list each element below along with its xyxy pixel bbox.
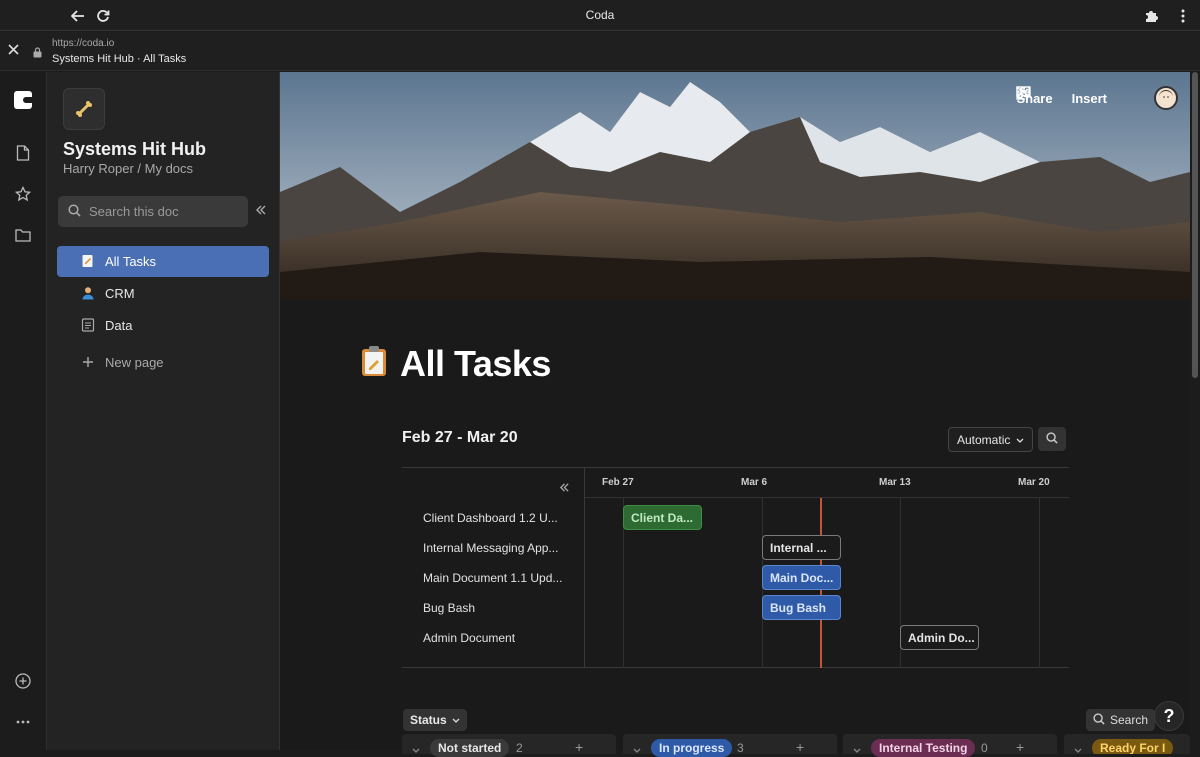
- gantt-row-label[interactable]: Admin Document: [423, 631, 563, 645]
- gantt-search-button[interactable]: [1038, 427, 1066, 451]
- gantt-gridline: [1039, 498, 1040, 668]
- sidebar-item-label: Data: [105, 318, 133, 333]
- doc-path[interactable]: Harry Roper / My docs: [63, 161, 193, 176]
- lane-label: Internal Testing: [871, 739, 976, 757]
- add-card-icon[interactable]: +: [575, 739, 583, 755]
- gantt-date-header: Feb 27 Mar 6 Mar 13 Mar 20: [585, 468, 1069, 498]
- folder-icon[interactable]: [12, 224, 34, 246]
- sidebar-item-all-tasks[interactable]: All Tasks: [57, 246, 269, 277]
- gantt-date-label: Feb 27: [602, 477, 634, 488]
- sidebar-item-label: CRM: [105, 286, 135, 301]
- gantt-task-bar[interactable]: Admin Do...: [900, 625, 979, 650]
- document-icon[interactable]: [12, 142, 34, 164]
- doc-sidebar: Systems Hit Hub Harry Roper / My docs Al…: [47, 72, 280, 750]
- kebab-menu-icon[interactable]: [1172, 5, 1194, 27]
- collapse-sidebar-icon[interactable]: [255, 204, 267, 219]
- gantt-task-column: Client Dashboard 1.2 U... Internal Messa…: [402, 468, 585, 668]
- page-title: All Tasks: [400, 343, 551, 384]
- chevron-down-icon: [452, 713, 460, 727]
- chevron-down-icon: [1016, 433, 1024, 447]
- date-range: Feb 27 - Mar 20: [402, 429, 518, 446]
- lane-label: Not started: [430, 739, 510, 757]
- person-icon: [81, 286, 95, 300]
- chevron-icon[interactable]: [1074, 742, 1082, 754]
- gantt-date-label: Mar 13: [879, 477, 911, 488]
- gantt-chart: Client Dashboard 1.2 U... Internal Messa…: [402, 467, 1069, 668]
- doc-toolbar: Share Insert: [1016, 86, 1178, 110]
- scrollbar-thumb[interactable]: [1192, 72, 1198, 378]
- avatar[interactable]: [1154, 86, 1178, 110]
- lane-count: 0: [981, 741, 988, 755]
- add-card-icon[interactable]: +: [796, 739, 804, 755]
- add-circle-icon[interactable]: [12, 670, 34, 692]
- sidebar-item-crm[interactable]: CRM: [57, 278, 269, 309]
- lane-not-started[interactable]: Not started 2 +: [402, 734, 616, 757]
- sidebar-item-label: All Tasks: [105, 254, 157, 269]
- gantt-row-label[interactable]: Internal Messaging App...: [423, 541, 563, 555]
- window-title: Coda: [585, 8, 615, 22]
- plus-icon: [81, 355, 95, 369]
- search-icon: [1093, 712, 1105, 728]
- new-page-button[interactable]: New page: [57, 347, 269, 378]
- lane-ready-for[interactable]: Ready For I: [1064, 734, 1190, 754]
- page-content: All Tasks Feb 27 - Mar 20 Automatic Clie…: [280, 299, 1190, 757]
- url-bar: https://coda.io Systems Hit Hub · All Ta…: [0, 32, 1200, 71]
- group-by-label: Status: [410, 713, 447, 727]
- group-by-status-button[interactable]: Status: [403, 709, 467, 731]
- page-title-text: Systems Hit Hub · All Tasks: [52, 53, 187, 65]
- view-mode-label: Automatic: [957, 432, 1011, 447]
- gantt-task-bar[interactable]: Internal ...: [762, 535, 841, 560]
- search-input[interactable]: [89, 204, 229, 219]
- help-button[interactable]: ?: [1154, 701, 1184, 731]
- lane-label: Ready For I: [1092, 739, 1174, 754]
- sidebar-item-data[interactable]: Data: [57, 310, 269, 341]
- url-text[interactable]: https://coda.io: [52, 38, 114, 49]
- document-icon: [81, 318, 95, 332]
- notepad-icon: [81, 254, 95, 268]
- gantt-row-label[interactable]: Bug Bash: [423, 601, 563, 615]
- lane-label: In progress: [651, 739, 733, 757]
- collapse-column-icon[interactable]: [559, 481, 570, 496]
- doc-bone-icon[interactable]: [63, 88, 105, 130]
- gantt-row-label[interactable]: Client Dashboard 1.2 U...: [423, 511, 563, 525]
- sidebar-search[interactable]: [58, 196, 248, 227]
- gantt-task-bar[interactable]: Bug Bash: [762, 595, 841, 620]
- page-scrollbar[interactable]: [1190, 72, 1200, 750]
- lane-internal-testing[interactable]: Internal Testing 0 +: [843, 734, 1057, 757]
- gantt-task-bar[interactable]: Main Doc...: [762, 565, 841, 590]
- insert-button[interactable]: Insert: [1016, 86, 1107, 106]
- new-page-label: New page: [105, 355, 164, 370]
- close-icon[interactable]: [8, 43, 19, 58]
- board-search-button[interactable]: Search: [1086, 709, 1156, 731]
- extensions-puzzle-icon[interactable]: [1140, 5, 1162, 27]
- board-search-label: Search: [1110, 713, 1149, 727]
- doc-title[interactable]: Systems Hit Hub: [63, 139, 206, 160]
- more-dots-icon[interactable]: [12, 711, 34, 733]
- gantt-date-label: Mar 20: [1018, 477, 1050, 488]
- add-card-icon[interactable]: +: [1016, 739, 1024, 755]
- app-rail: [0, 72, 47, 750]
- lock-icon: [33, 46, 42, 61]
- gantt-task-bar[interactable]: Client Da...: [623, 505, 702, 530]
- insert-label: Insert: [1071, 90, 1107, 106]
- search-icon: [68, 203, 81, 220]
- star-icon[interactable]: [12, 183, 34, 205]
- browser-titlebar: Coda: [0, 0, 1200, 31]
- lane-in-progress[interactable]: In progress 3 +: [623, 734, 837, 757]
- lane-count: 2: [516, 741, 523, 755]
- gantt-date-label: Mar 6: [741, 477, 768, 488]
- gantt-row-label[interactable]: Main Document 1.1 Upd...: [423, 571, 563, 585]
- page-banner-image: Share Insert: [280, 72, 1190, 299]
- view-mode-dropdown[interactable]: Automatic: [948, 427, 1034, 452]
- clipboard-icon[interactable]: [360, 345, 388, 377]
- lane-count: 3: [737, 741, 744, 755]
- search-icon: [1046, 431, 1058, 447]
- coda-logo-icon[interactable]: [12, 89, 34, 111]
